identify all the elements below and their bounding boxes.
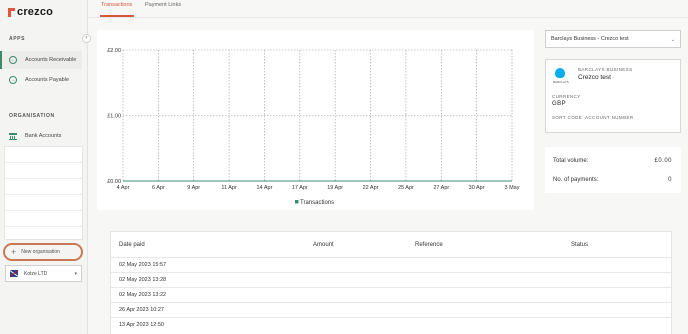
sidebar-item-bank-accounts[interactable]: Bank Accounts <box>0 127 82 145</box>
x-tick-label: 3 May <box>505 185 520 191</box>
sidebar: crezco APPS ← Accounts Receivable → Acco… <box>0 0 88 334</box>
crezco-logo[interactable]: crezco <box>8 6 53 18</box>
logo-text: crezco <box>17 6 54 18</box>
new-organisation-label: New organisation <box>21 249 60 255</box>
sort-code-label: SORT CODE <box>552 115 583 120</box>
legend-label: Transactions <box>300 200 334 206</box>
chart-svg: £2.00£1.00£0.004 Apr 6 Apr 9 Apr 11 Apr 14 A… <box>107 48 520 206</box>
date-paid-cell: 02 May 2023 15:57 <box>119 262 167 268</box>
organisation-list <box>4 146 83 240</box>
column-header-status[interactable]: Status <box>571 242 588 248</box>
date-paid-cell: 26 Apr 2023 10:27 <box>119 307 164 313</box>
account-details-card: BARCLAYS BARCLAYS BUSINESS Crezco test C… <box>545 59 681 133</box>
sidebar-item-label: Bank Accounts <box>25 133 62 139</box>
tab-transactions[interactable]: Transactions <box>101 2 132 8</box>
x-tick-label: 27 Apr <box>433 185 449 191</box>
organisation-section-label: ORGANISATION <box>9 113 55 119</box>
column-header-reference[interactable]: Reference <box>415 242 443 248</box>
bank-logo-text: BARCLAYS <box>553 80 569 84</box>
arrow-out-icon: → <box>9 76 17 84</box>
total-volume-value: £0.00 <box>654 158 672 164</box>
tab-divider <box>88 17 688 18</box>
bank-icon <box>9 132 17 140</box>
bank-name: BARCLAYS BUSINESS <box>578 67 633 72</box>
x-tick-label: 17 Apr <box>292 185 308 191</box>
uk-flag-icon <box>10 270 18 277</box>
chevron-down-icon: ⌄ <box>670 37 675 43</box>
x-tick-label: 22 Apr <box>363 185 379 191</box>
table-row[interactable]: 02 May 2023 15:57 <box>111 257 671 272</box>
currency-value: GBP <box>552 101 567 107</box>
transactions-table: Date paid Amount Reference Status 02 May… <box>110 231 672 334</box>
organisation-select-value: Kotze LTD <box>24 270 48 277</box>
sidebar-item-label: Accounts Payable <box>25 77 70 83</box>
stats-card: Total volume: £0.00 No. of payments: 0 <box>545 147 681 193</box>
column-header-amount[interactable]: Amount <box>313 242 334 248</box>
sidebar-item-accounts-receivable[interactable]: ← Accounts Receivable <box>0 51 82 69</box>
account-name: Crezco test <box>578 74 611 81</box>
bank-account-select[interactable]: Barclays Business - Crezco test ⌄ <box>545 30 681 48</box>
payments-count-label: No. of payments: <box>553 177 599 183</box>
account-number-label: ACCOUNT NUMBER <box>585 115 634 120</box>
list-item <box>5 211 82 227</box>
y-tick-label: £2.00 <box>107 48 121 54</box>
active-tab-indicator <box>100 15 134 17</box>
barclays-logo: BARCLAYS <box>553 68 569 88</box>
chevron-down-icon: ▾ <box>74 271 77 277</box>
tab-payment-links[interactable]: Payment Links <box>145 2 181 8</box>
sidebar-item-label: Accounts Receivable <box>25 57 77 63</box>
x-tick-label: 19 Apr <box>327 185 343 191</box>
payments-count-value: 0 <box>668 177 672 183</box>
x-tick-label: 9 Apr <box>187 185 200 191</box>
table-row[interactable]: 13 Apr 2023 12:50 <box>111 317 671 332</box>
plus-icon: + <box>11 246 17 257</box>
x-tick-label: 30 Apr <box>469 185 485 191</box>
column-header-date-paid[interactable]: Date paid <box>119 242 145 248</box>
apps-section-label: APPS <box>9 36 26 42</box>
x-tick-label: 11 Apr <box>221 185 237 191</box>
eagle-icon <box>555 68 565 78</box>
chevron-left-icon: ‹ <box>85 35 88 41</box>
x-tick-label: 25 Apr <box>398 185 414 191</box>
x-tick-label: 4 Apr <box>117 185 130 191</box>
list-item <box>5 147 82 163</box>
organisation-select[interactable]: Kotze LTD ▾ <box>5 265 82 282</box>
sidebar-item-accounts-payable[interactable]: → Accounts Payable <box>0 71 82 89</box>
transactions-chart: £2.00 £1.00 £0.00 4 Apr 6 Apr 9 Apr 11 Apr 14 A… <box>97 30 534 210</box>
total-volume-label: Total volume: <box>553 158 589 164</box>
date-paid-cell: 13 Apr 2023 12:50 <box>119 322 164 328</box>
y-tick-label: £1.00 <box>107 114 121 120</box>
legend-swatch <box>295 200 299 204</box>
bank-account-select-value: Barclays Business - Crezco test <box>551 36 629 42</box>
x-tick-label: 14 Apr <box>257 185 273 191</box>
arrow-in-icon: ← <box>9 56 17 64</box>
new-organisation-button[interactable]: + New organisation <box>3 243 83 261</box>
table-row[interactable]: 26 Apr 2023 10:27 <box>111 302 671 317</box>
list-item <box>5 195 82 211</box>
list-item <box>5 163 82 179</box>
table-row[interactable]: 02 May 2023 13:22 <box>111 287 671 302</box>
date-paid-cell: 02 May 2023 13:22 <box>119 292 167 298</box>
currency-label: CURRENCY <box>552 94 581 99</box>
logo-mark-icon <box>8 7 15 17</box>
collapse-sidebar-button[interactable]: ‹ <box>82 34 91 43</box>
date-paid-cell: 02 May 2023 13:28 <box>119 277 167 283</box>
table-row[interactable]: 02 May 2023 13:28 <box>111 272 671 287</box>
list-item <box>5 179 82 195</box>
x-tick-label: 6 Apr <box>152 185 165 191</box>
